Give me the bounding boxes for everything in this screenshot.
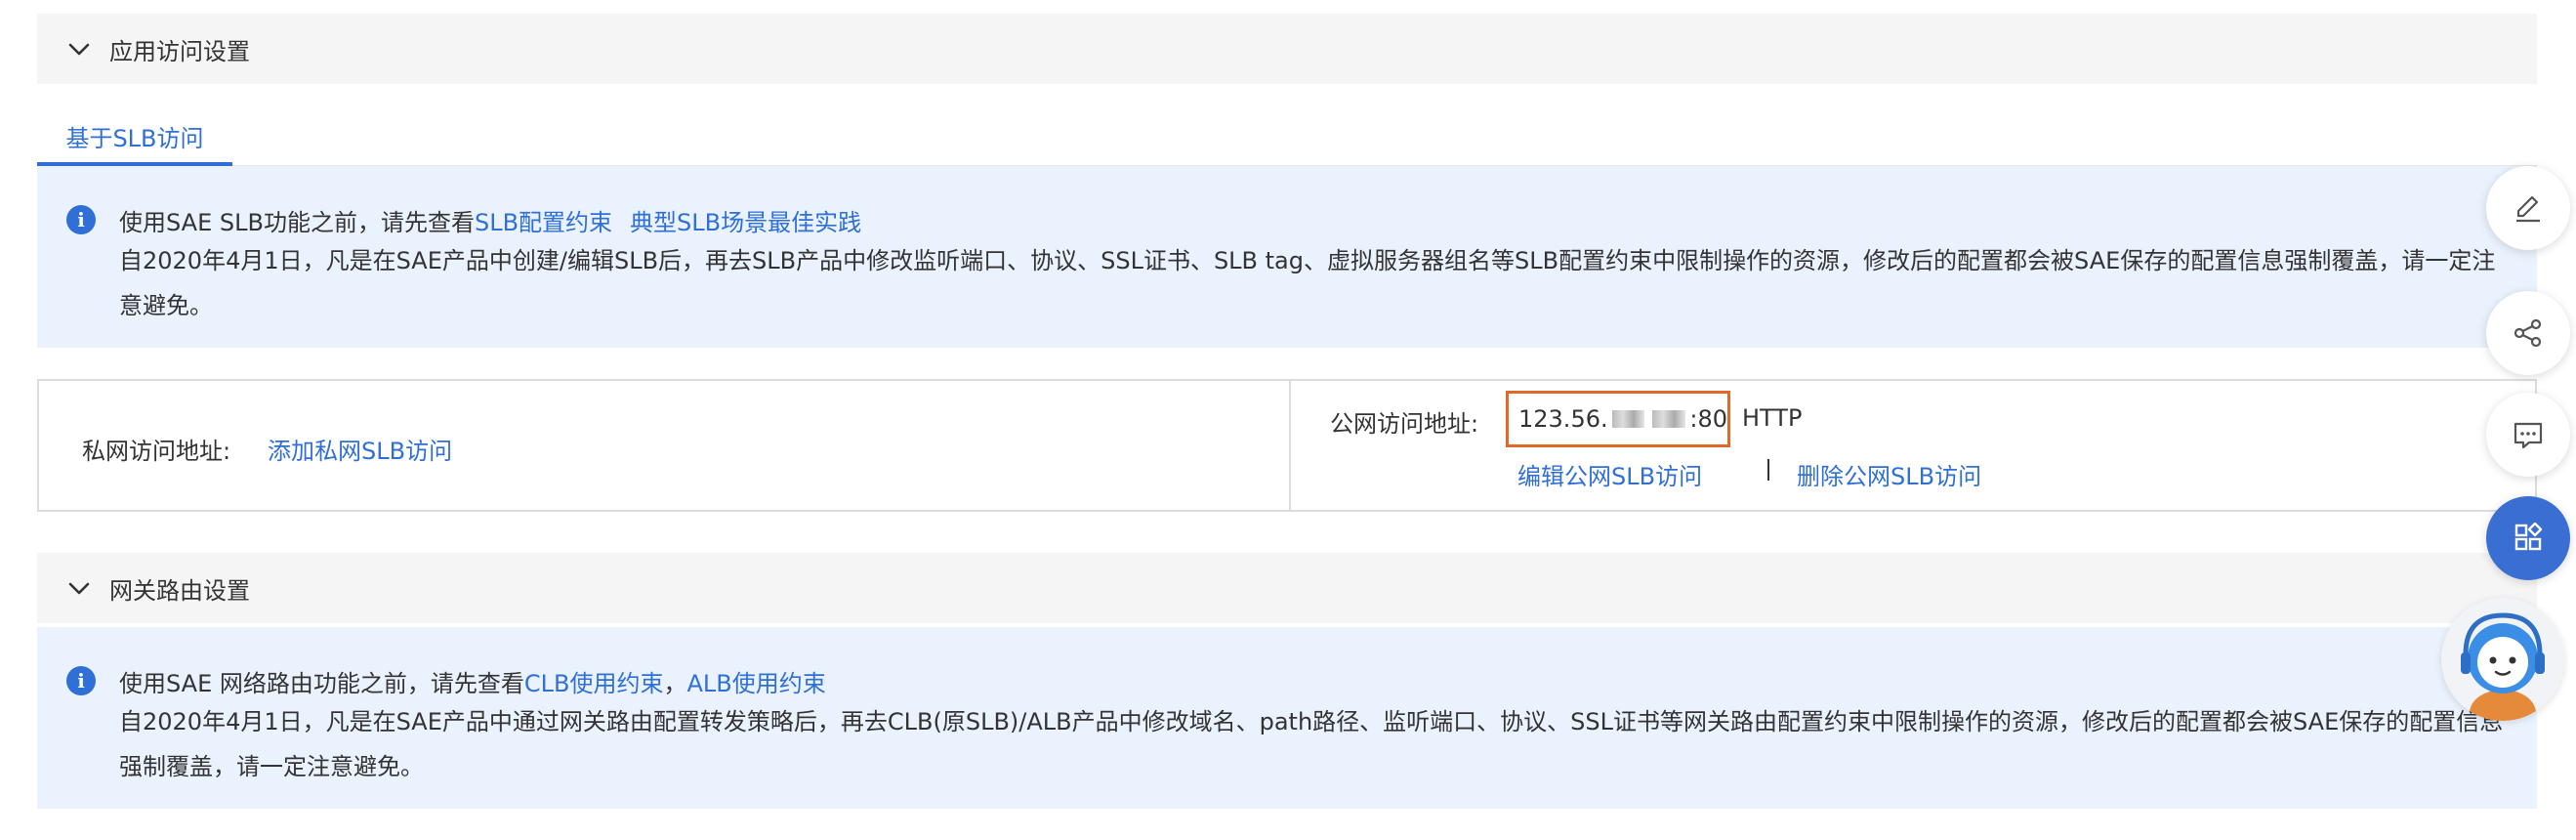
share-icon[interactable] — [2486, 291, 2570, 375]
slb-constraint-link[interactable]: SLB配置约束 — [475, 209, 612, 236]
protocol-label: HTTP — [1742, 404, 1803, 432]
divider — [1289, 381, 1291, 510]
gateway-notice: i 使用SAE 网络路由功能之前，请先查看CLB使用约束，ALB使用约束 自20… — [37, 627, 2537, 809]
apps-icon[interactable] — [2486, 496, 2570, 580]
feedback-icon[interactable] — [2486, 393, 2570, 477]
clb-constraint-link[interactable]: CLB使用约束 — [524, 670, 664, 697]
app-access-section-header[interactable]: 应用访问设置 — [37, 14, 2537, 84]
notice-line: 使用SAE SLB功能之前，请先查看SLB配置约束 典型SLB场景最佳实践 — [119, 209, 862, 236]
public-address-value[interactable]: 123.56.:80 — [1506, 391, 1730, 447]
tab-slb-access[interactable]: 基于SLB访问 — [37, 109, 232, 166]
notice-body: 自2020年4月1日，凡是在SAE产品中通过网关路由配置转发策略后，再去CLB(… — [119, 708, 2504, 780]
section-title: 网关路由设置 — [109, 576, 250, 605]
private-address-label: 私网访问地址: — [82, 438, 231, 465]
edit-icon[interactable] — [2486, 166, 2570, 250]
public-address-label: 公网访问地址: — [1330, 410, 1479, 438]
address-panel: 私网访问地址: 添加私网SLB访问 公网访问地址: 123.56.:80 HTT… — [37, 379, 2537, 512]
redacted-segment — [1611, 410, 1645, 428]
gateway-routing-section-header[interactable]: 网关路由设置 — [37, 553, 2537, 623]
info-icon: i — [66, 205, 96, 234]
notice-body: 自2020年4月1日，凡是在SAE产品中创建/编辑SLB后，再去SLB产品中修改… — [119, 247, 2496, 319]
notice-line: 使用SAE 网络路由功能之前，请先查看CLB使用约束，ALB使用约束 — [119, 670, 826, 697]
info-icon: i — [66, 666, 96, 695]
add-private-slb-link[interactable]: 添加私网SLB访问 — [268, 432, 452, 466]
access-tabs: 基于SLB访问 — [37, 109, 2537, 166]
slb-notice: i 使用SAE SLB功能之前，请先查看SLB配置约束 典型SLB场景最佳实践 自… — [37, 166, 2537, 348]
assistant-avatar-icon[interactable] — [2441, 598, 2564, 721]
slb-best-practice-link[interactable]: 典型SLB场景最佳实践 — [630, 209, 861, 236]
alb-constraint-link[interactable]: ALB使用约束 — [686, 670, 825, 697]
chevron-down-icon[interactable] — [66, 575, 92, 601]
edit-public-slb-link[interactable]: 编辑公网SLB访问 — [1517, 457, 1702, 491]
link-separator — [1767, 459, 1769, 481]
section-title: 应用访问设置 — [109, 37, 250, 65]
chevron-down-icon[interactable] — [66, 36, 92, 62]
delete-public-slb-link[interactable]: 删除公网SLB访问 — [1797, 457, 1981, 491]
redacted-segment — [1652, 410, 1686, 428]
